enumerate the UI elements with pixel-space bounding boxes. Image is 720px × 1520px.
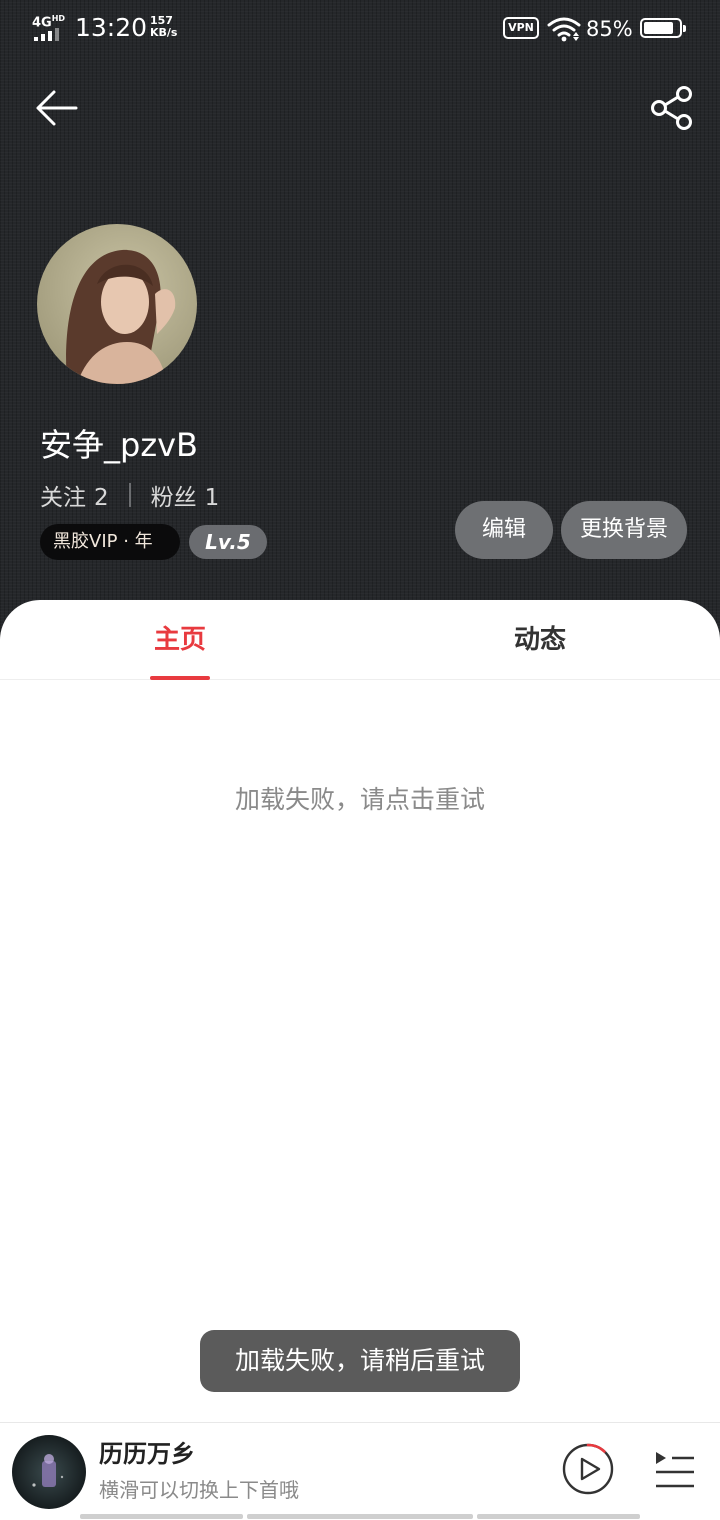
change-background-button[interactable]: 更换背景 <box>561 501 687 559</box>
tab-feed[interactable]: 动态 <box>360 600 720 680</box>
page-indicator-segment <box>477 1514 640 1519</box>
wifi-icon <box>547 17 581 42</box>
album-cover[interactable] <box>12 1435 86 1509</box>
vip-badge[interactable]: 黑胶VIP · 年 <box>40 524 180 560</box>
username: 安争_pzvB <box>40 426 199 464</box>
page-indicator-segment <box>247 1514 473 1519</box>
share-icon[interactable] <box>648 84 696 132</box>
following-number: 2 <box>94 485 109 511</box>
following-count[interactable]: 关注 2 <box>40 478 109 512</box>
tab-bar: 主页 动态 <box>0 600 720 680</box>
divider <box>128 483 131 507</box>
clock: 13:20 <box>75 13 148 42</box>
page-indicator-segment <box>80 1514 243 1519</box>
level-badge[interactable]: Lv.5 <box>189 525 267 559</box>
play-icon[interactable] <box>561 1442 615 1496</box>
status-bar: 4GHD 13:20 157 KB/s VPN 85% <box>0 0 720 56</box>
content-card: 主页 动态 加载失败，请点击重试 <box>0 600 720 1420</box>
fans-number: 1 <box>204 485 220 511</box>
vpn-icon: VPN <box>503 17 539 39</box>
error-toast: 加载失败，请稍后重试 <box>200 1330 520 1392</box>
battery-percent: 85% <box>586 17 633 41</box>
following-label: 关注 <box>40 485 86 511</box>
playlist-icon[interactable] <box>654 1450 696 1490</box>
retry-load-message[interactable]: 加载失败，请点击重试 <box>0 780 720 816</box>
follow-stats: 关注 2 粉丝 1 <box>40 478 219 512</box>
avatar[interactable] <box>37 224 197 384</box>
tab-home[interactable]: 主页 <box>0 600 360 680</box>
active-tab-indicator <box>150 676 210 680</box>
edit-button[interactable]: 编辑 <box>455 501 553 559</box>
mini-player[interactable]: 历历万乡 横滑可以切换上下首哦 <box>0 1422 720 1520</box>
arrow-left-icon[interactable] <box>32 86 80 130</box>
network-speed: 157 KB/s <box>150 14 178 39</box>
cellular-signal-icon: 4GHD <box>32 12 66 41</box>
battery-icon <box>640 18 686 38</box>
song-title: 历历万乡 <box>99 1440 195 1468</box>
fans-label: 粉丝 <box>150 485 197 511</box>
song-hint: 横滑可以切换上下首哦 <box>99 1478 299 1502</box>
fans-count[interactable]: 粉丝 1 <box>151 478 220 512</box>
